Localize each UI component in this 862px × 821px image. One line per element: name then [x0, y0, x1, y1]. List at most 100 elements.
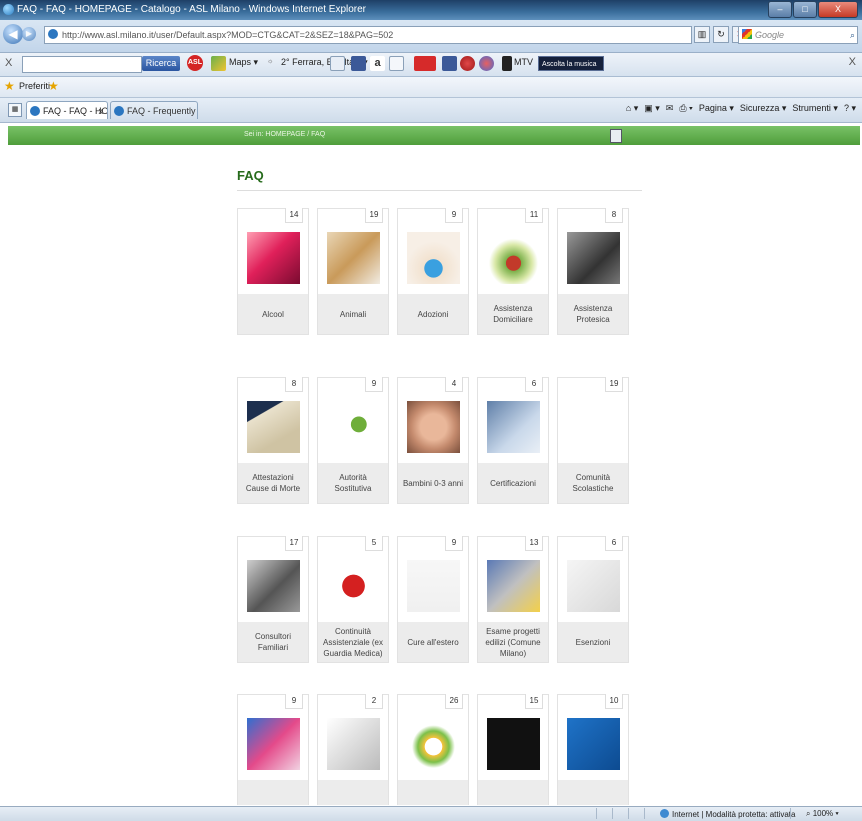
faq-category-card[interactable]: 15: [477, 694, 549, 805]
faq-category-card[interactable]: 19 Comunità Scolastiche: [557, 377, 629, 504]
category-label[interactable]: [318, 780, 388, 805]
category-label[interactable]: Assistenza Protesica: [558, 294, 628, 334]
address-input[interactable]: http://www.asl.milano.it/user/Default.as…: [44, 26, 692, 44]
maps-menu[interactable]: Maps ▾: [229, 57, 258, 68]
category-thumbnail[interactable]: [407, 560, 460, 612]
safety-menu[interactable]: Sicurezza ▾: [740, 103, 787, 114]
faq-category-card[interactable]: 4 Bambini 0-3 anni: [397, 377, 469, 504]
maximize-button[interactable]: □: [793, 1, 817, 18]
tab-faq-frequently-asked[interactable]: FAQ - Frequently Asked Q...: [110, 101, 198, 119]
category-thumbnail[interactable]: [487, 718, 540, 770]
amazon-icon[interactable]: a: [370, 56, 385, 71]
print-page-icon[interactable]: [610, 129, 622, 143]
category-thumbnail[interactable]: [247, 718, 300, 770]
faq-category-card[interactable]: 11 Assistenza Domiciliare: [477, 208, 549, 335]
category-thumbnail[interactable]: [487, 232, 540, 284]
back-button[interactable]: ◀: [3, 24, 23, 44]
faq-category-card[interactable]: 9 Adozioni: [397, 208, 469, 335]
tab-close-icon[interactable]: x: [99, 102, 104, 119]
favorites-star-icon[interactable]: ★: [4, 79, 15, 93]
category-thumbnail[interactable]: [567, 718, 620, 770]
category-thumbnail[interactable]: [407, 718, 460, 770]
category-thumbnail[interactable]: [247, 560, 300, 612]
category-label[interactable]: Comunità Scolastiche: [558, 463, 628, 503]
favorites-label[interactable]: Preferiti: [19, 81, 50, 91]
category-label[interactable]: Esenzioni: [558, 622, 628, 662]
home-icon[interactable]: ⌂ ▾: [626, 103, 638, 114]
mtv-label[interactable]: MTV: [514, 57, 533, 67]
category-thumbnail[interactable]: [327, 401, 380, 453]
category-label[interactable]: Cure all'estero: [398, 622, 468, 662]
close-button[interactable]: X: [818, 1, 858, 18]
help-menu[interactable]: ? ▾: [844, 103, 856, 114]
category-label[interactable]: Animali: [318, 294, 388, 334]
faq-category-card[interactable]: 19 Animali: [317, 208, 389, 335]
toolbar-right-close[interactable]: X: [849, 56, 856, 68]
faq-category-card[interactable]: 8 Assistenza Protesica: [557, 208, 629, 335]
category-label[interactable]: Consultori Familiari: [238, 622, 308, 662]
refresh-button[interactable]: ↻: [713, 26, 729, 43]
faq-category-card[interactable]: 9: [237, 694, 309, 805]
music-player[interactable]: Ascolta la musica: [538, 56, 604, 71]
asl-logo-icon[interactable]: ASL: [187, 55, 203, 71]
forward-button[interactable]: ▶: [22, 27, 36, 41]
category-thumbnail[interactable]: [407, 401, 460, 453]
faq-category-card[interactable]: 13 Esame progetti edilizi (Comune Milano): [477, 536, 549, 663]
category-thumbnail[interactable]: [567, 560, 620, 612]
faq-category-card[interactable]: 14 Alcool: [237, 208, 309, 335]
toolbar-search-input[interactable]: [22, 56, 142, 73]
category-thumbnail[interactable]: [567, 401, 620, 453]
faq-category-card[interactable]: 17 Consultori Familiari: [237, 536, 309, 663]
tab-faq-homepage[interactable]: FAQ - FAQ - HOMEPA... x: [26, 101, 108, 119]
games-icon[interactable]: [479, 56, 494, 71]
page-menu[interactable]: Pagina ▾: [699, 103, 734, 114]
category-thumbnail[interactable]: [327, 560, 380, 612]
faq-category-card[interactable]: 6 Certificazioni: [477, 377, 549, 504]
zoom-control[interactable]: ⌕ 100% ▾: [806, 809, 839, 819]
category-label[interactable]: Alcool: [238, 294, 308, 334]
heart-icon[interactable]: [460, 56, 475, 71]
category-label[interactable]: Assistenza Domiciliare: [478, 294, 548, 334]
category-label[interactable]: [398, 780, 468, 805]
category-thumbnail[interactable]: [327, 718, 380, 770]
faq-category-card[interactable]: 5 Continuità Assistenziale (ex Guardia Me…: [317, 536, 389, 663]
category-thumbnail[interactable]: [487, 401, 540, 453]
add-favorite-icon[interactable]: ★: [48, 79, 59, 93]
compat-view-button[interactable]: ▥: [694, 26, 710, 43]
category-thumbnail[interactable]: [247, 232, 300, 284]
breadcrumb[interactable]: Sei in: HOMEPAGE / FAQ: [244, 131, 325, 138]
category-label[interactable]: Bambini 0-3 anni: [398, 463, 468, 503]
faq-category-card[interactable]: 2: [317, 694, 389, 805]
print-icon[interactable]: ⎙ ▾: [679, 103, 692, 114]
category-label[interactable]: Adozioni: [398, 294, 468, 334]
quick-tabs-icon[interactable]: ▦: [8, 103, 22, 117]
faq-category-card[interactable]: 6 Esenzioni: [557, 536, 629, 663]
faq-category-card[interactable]: 10: [557, 694, 629, 805]
category-label[interactable]: Esame progetti edilizi (Comune Milano): [478, 622, 548, 662]
security-zone[interactable]: Internet | Modalità protetta: attivata: [660, 809, 795, 819]
minimize-button[interactable]: –: [768, 1, 792, 18]
search-box[interactable]: Google ⌕: [738, 26, 858, 44]
category-label[interactable]: Certificazioni: [478, 463, 548, 503]
category-thumbnail[interactable]: [567, 232, 620, 284]
toolbar-close-button[interactable]: X: [5, 57, 12, 69]
category-label[interactable]: [478, 780, 548, 805]
toolbar-search-button[interactable]: Ricerca: [142, 56, 180, 71]
category-label[interactable]: Autorità Sostitutiva: [318, 463, 388, 503]
category-label[interactable]: [558, 780, 628, 805]
faq-category-card[interactable]: 9 Cure all'estero: [397, 536, 469, 663]
youtube-icon[interactable]: [414, 56, 436, 71]
news-icon[interactable]: [389, 56, 404, 71]
faq-category-card[interactable]: 9 Autorità Sostitutiva: [317, 377, 389, 504]
tools-menu[interactable]: Strumenti ▾: [792, 103, 838, 114]
mail-icon[interactable]: [330, 56, 345, 71]
category-thumbnail[interactable]: [487, 560, 540, 612]
mail-icon[interactable]: ✉: [666, 103, 674, 114]
feeds-icon[interactable]: ▣ ▾: [644, 103, 660, 114]
faq-category-card[interactable]: 26: [397, 694, 469, 805]
facebook-icon[interactable]: [351, 56, 366, 71]
category-label[interactable]: [238, 780, 308, 805]
app-icon[interactable]: [442, 56, 457, 71]
category-label[interactable]: Continuità Assistenziale (ex Guardia Med…: [318, 622, 388, 662]
category-thumbnail[interactable]: [247, 401, 300, 453]
